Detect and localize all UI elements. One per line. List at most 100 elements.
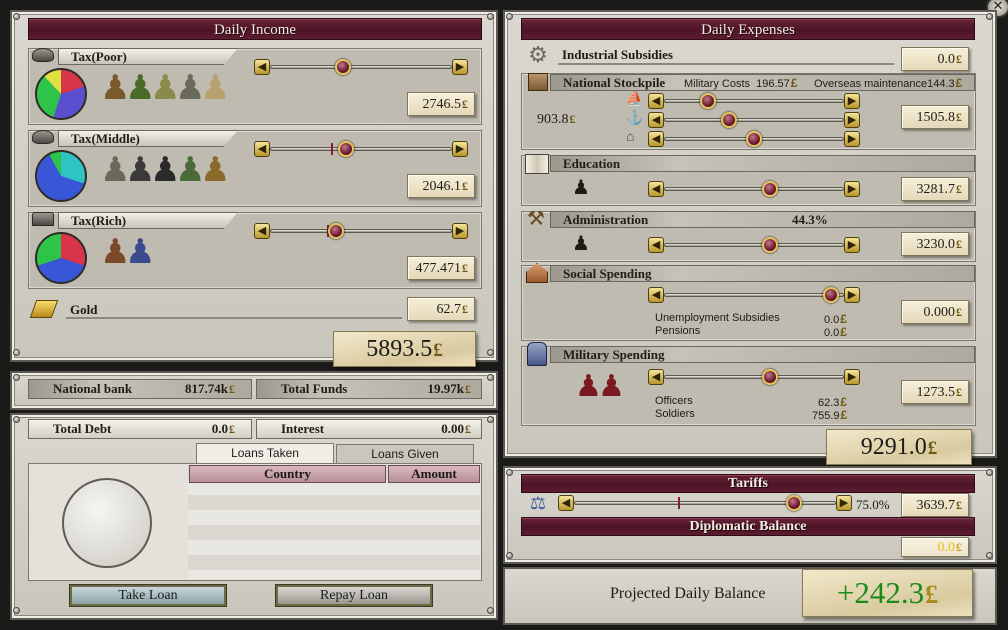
slider-track[interactable] [664,375,844,379]
slider-knob[interactable] [762,237,779,253]
tariffs-title: Tariffs [521,474,975,493]
bureaucrat-figure-icon: ♟ [572,233,590,255]
stockpile-slider[interactable]: ◀ ▶ [648,111,860,129]
slider-left-arrow-icon[interactable]: ◀ [558,495,574,511]
slider-right-arrow-icon[interactable]: ▶ [452,223,468,239]
administration-slider[interactable]: ◀ ▶ [648,236,860,254]
military-slider[interactable]: ◀ ▶ [648,368,860,386]
slider-track[interactable] [664,243,844,247]
take-loan-button[interactable]: Take Loan [70,585,226,606]
tariffs-value: 3639.7£ [901,493,969,517]
slider-knob[interactable] [334,59,351,75]
repay-loan-button[interactable]: Repay Loan [276,585,432,606]
slider-track[interactable] [664,118,844,122]
slider-min-marker [330,143,333,155]
military-header: Military Spending [550,346,975,363]
slider-left-arrow-icon[interactable]: ◀ [648,93,664,109]
unemployment-label: Unemployment Subsidies [655,312,780,324]
slider-right-arrow-icon[interactable]: ▶ [452,59,468,75]
population-pie-chart [35,150,87,202]
slider-right-arrow-icon[interactable]: ▶ [844,287,860,303]
social-slider[interactable]: ◀ ▶ [648,286,860,304]
slider-knob[interactable] [338,141,355,157]
national-bank: National bank 817.74k£ [28,379,252,399]
slider-track[interactable] [664,187,844,191]
gavel-icon: ⚒ [527,208,545,230]
soldiers-label: Soldiers [655,408,695,420]
unemployment-value: 0.0£ [824,312,847,326]
tax-header: Tax(Poor) [58,48,238,65]
officers-label: Officers [655,395,693,407]
tariffs-slider[interactable]: ◀ ▶ [558,494,852,512]
expenses-total: 9291.0£ [826,429,972,465]
tax-value: 477.471£ [407,256,475,280]
stockpile-slider[interactable]: ◀ ▶ [648,92,860,110]
slider-right-arrow-icon[interactable]: ▶ [844,237,860,253]
crate-icon [528,73,548,91]
slider-right-arrow-icon[interactable]: ▶ [844,93,860,109]
tax-slider[interactable]: ◀ ▶ [254,222,468,240]
gear-icon: ⚙ [528,42,548,67]
slider-left-arrow-icon[interactable]: ◀ [254,141,270,157]
cap-icon [32,48,54,62]
education-value: 3281.7£ [901,177,969,201]
slider-right-arrow-icon[interactable]: ▶ [844,112,860,128]
gold-underline [66,317,402,319]
slider-right-arrow-icon[interactable]: ▶ [844,131,860,147]
slider-left-arrow-icon[interactable]: ◀ [648,287,664,303]
slider-knob[interactable] [762,181,779,197]
slider-left-arrow-icon[interactable]: ◀ [254,223,270,239]
slider-knob[interactable] [721,112,738,128]
stockpile-slider[interactable]: ◀ ▶ [648,130,860,148]
slider-right-arrow-icon[interactable]: ▶ [452,141,468,157]
pensions-value: 0.0£ [824,325,847,339]
pop-figure-icon: ♟ [200,70,231,107]
income-total: 5893.5£ [333,331,476,367]
slider-track[interactable] [664,99,844,103]
tab-loans-given[interactable]: Loans Given [336,444,474,463]
tab-loans-taken[interactable]: Loans Taken [196,443,334,463]
tax-slider[interactable]: ◀ ▶ [254,140,468,158]
tax-header: Tax(Rich) [58,212,238,229]
soldier-figure-icon: ♟ [598,370,625,403]
total-debt: Total Debt 0.0£ [28,419,252,439]
anchor-icon: ⚓ [626,111,644,126]
slider-knob[interactable] [823,287,840,303]
clergy-figure-icon: ♟ [572,177,590,199]
slider-knob[interactable] [746,131,762,147]
income-title: Daily Income [28,18,482,40]
slider-knob[interactable] [762,369,779,385]
tax-slider[interactable]: ◀ ▶ [254,58,468,76]
slider-knob[interactable] [700,93,717,109]
slider-left-arrow-icon[interactable]: ◀ [648,181,664,197]
slider-left-arrow-icon[interactable]: ◀ [254,59,270,75]
administration-header: Administration 44.3% [550,211,975,228]
slider-track[interactable] [664,293,844,297]
education-slider[interactable]: ◀ ▶ [648,180,860,198]
column-amount: Amount [388,465,480,483]
slider-right-arrow-icon[interactable]: ▶ [836,495,852,511]
slider-knob[interactable] [328,223,345,239]
expenses-title: Daily Expenses [521,18,975,40]
soldier-icon [527,342,547,366]
slider-track[interactable] [270,65,452,69]
slider-left-arrow-icon[interactable]: ◀ [648,369,664,385]
slider-left-arrow-icon[interactable]: ◀ [648,237,664,253]
total-funds: Total Funds 19.97k£ [256,379,482,399]
slider-track[interactable] [270,147,452,151]
ship-icon: ⛵ [626,92,644,107]
slider-knob[interactable] [785,495,802,511]
tariff-icon: ⚖ [529,493,547,513]
population-pie-chart [35,232,87,284]
slider-track[interactable] [270,229,452,233]
military-value: 1273.5£ [901,380,969,404]
slider-left-arrow-icon[interactable]: ◀ [648,131,664,147]
slider-right-arrow-icon[interactable]: ▶ [844,181,860,197]
tax-value: 2046.1£ [407,174,475,198]
slider-left-arrow-icon[interactable]: ◀ [648,112,664,128]
slider-right-arrow-icon[interactable]: ▶ [844,369,860,385]
stockpile-header: National Stockpile Military Costs 196.57… [550,74,975,91]
social-value: 0.000£ [901,300,969,324]
projected-balance-value: +242.3£ [802,569,973,617]
tariffs-percent: 75.0% [856,497,890,512]
